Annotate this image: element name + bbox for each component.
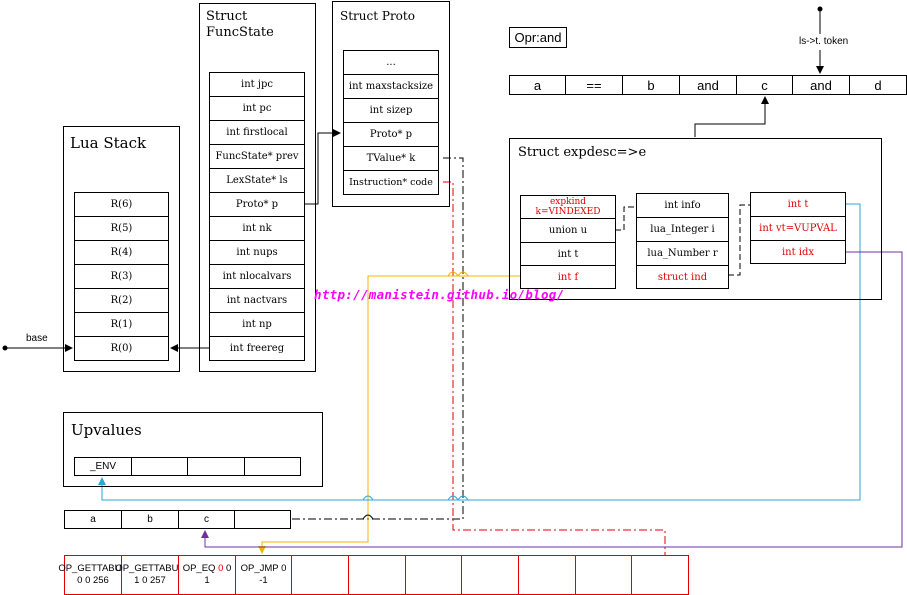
code-cell: OP_GETTABUP 0 0 256 <box>58 555 128 595</box>
union-number: lua_Number r <box>636 241 729 266</box>
base-label: base <box>26 333 48 344</box>
ind-int-vt: int vt=VUPVAL <box>750 216 846 241</box>
register-1: R(1) <box>74 312 169 337</box>
proto-field: int sizep <box>343 98 439 123</box>
base-arrow <box>2 344 73 352</box>
code-cell-empty <box>291 555 349 595</box>
funcstate-field: FuncState* prev <box>209 144 305 169</box>
register-0: R(0) <box>74 336 169 361</box>
proto-title: Struct Proto <box>340 9 415 23</box>
proto-field: Proto* p <box>343 122 439 147</box>
opr-label-box: Opr:and <box>509 27 567 48</box>
token: a <box>509 75 566 95</box>
upvalues-title: Upvalues <box>71 421 142 439</box>
register-6: R(6) <box>74 192 169 217</box>
code-cell: OP_GETTABUP 1 0 257 <box>115 555 185 595</box>
expdesc-expkind: expkind k=VINDEXED <box>520 195 616 219</box>
upvalue-slot <box>244 457 301 476</box>
code-cell: OP_JMP 0 -1 <box>235 555 292 595</box>
watermark-url: http://manistein.github.io/blog/ <box>314 287 565 302</box>
union-integer: lua_Integer i <box>636 217 729 242</box>
upvalue-slot <box>187 457 245 476</box>
funcstate-field: LexState* ls <box>209 168 305 193</box>
code-cell-empty <box>461 555 519 595</box>
funcstate-field: int nk <box>209 216 305 241</box>
union-ind: struct ind <box>636 265 729 289</box>
lua-stack-title: Lua Stack <box>70 134 147 152</box>
funcstate-field: int nups <box>209 240 305 265</box>
union-info: int info <box>636 193 729 218</box>
code-cell-empty <box>631 555 689 595</box>
code-cell-empty <box>405 555 462 595</box>
opr-label: Opr:and <box>514 30 562 45</box>
code-cell-empty <box>348 555 406 595</box>
local-cell: a <box>64 510 122 529</box>
expdesc-title: Struct expdesc=>e <box>518 145 647 160</box>
local-cell <box>234 510 291 529</box>
expdesc-union: union u <box>520 218 616 243</box>
expdesc-token-arrow <box>694 96 769 137</box>
funcstate-field: int pc <box>209 96 305 121</box>
code-cell-empty <box>518 555 576 595</box>
register-2: R(2) <box>74 288 169 313</box>
proto-field: int maxstacksize <box>343 74 439 99</box>
local-cell: c <box>178 510 235 529</box>
token: and <box>679 75 737 95</box>
funcstate-field: int nactvars <box>209 288 305 313</box>
funcstate-field: int nlocalvars <box>209 264 305 289</box>
token: and <box>792 75 850 95</box>
funcstate-field: int freereg <box>209 336 305 361</box>
expdesc-int-f: int f <box>520 265 616 289</box>
local-cell: b <box>121 510 179 529</box>
upvalue-env: _ENV <box>74 457 132 476</box>
funcstate-field: int jpc <box>209 72 305 97</box>
eq-op: OP_EQ <box>182 563 219 574</box>
upvalue-slot <box>131 457 188 476</box>
proto-field: Instruction* code <box>343 170 439 195</box>
register-3: R(3) <box>74 264 169 289</box>
funcstate-field: int firstlocal <box>209 120 305 145</box>
token: d <box>849 75 907 95</box>
proto-field: TValue* k <box>343 146 439 171</box>
ind-int-idx: int idx <box>750 240 846 264</box>
expdesc-int-t: int t <box>520 242 616 266</box>
token: == <box>565 75 623 95</box>
funcstate-field: int np <box>209 312 305 337</box>
token-pointer-label: ls->t. token <box>799 36 849 47</box>
funcstate-title: Struct FuncState <box>206 9 274 40</box>
code-cell-eq: OP_EQ 0 0 1 <box>178 555 236 595</box>
token: c <box>736 75 793 95</box>
code-cell-empty <box>575 555 632 595</box>
register-4: R(4) <box>74 240 169 265</box>
register-5: R(5) <box>74 216 169 241</box>
funcstate-field: Proto* p <box>209 192 305 217</box>
proto-field: ... <box>343 50 439 75</box>
ind-int-t: int t <box>750 192 846 217</box>
token: b <box>622 75 680 95</box>
